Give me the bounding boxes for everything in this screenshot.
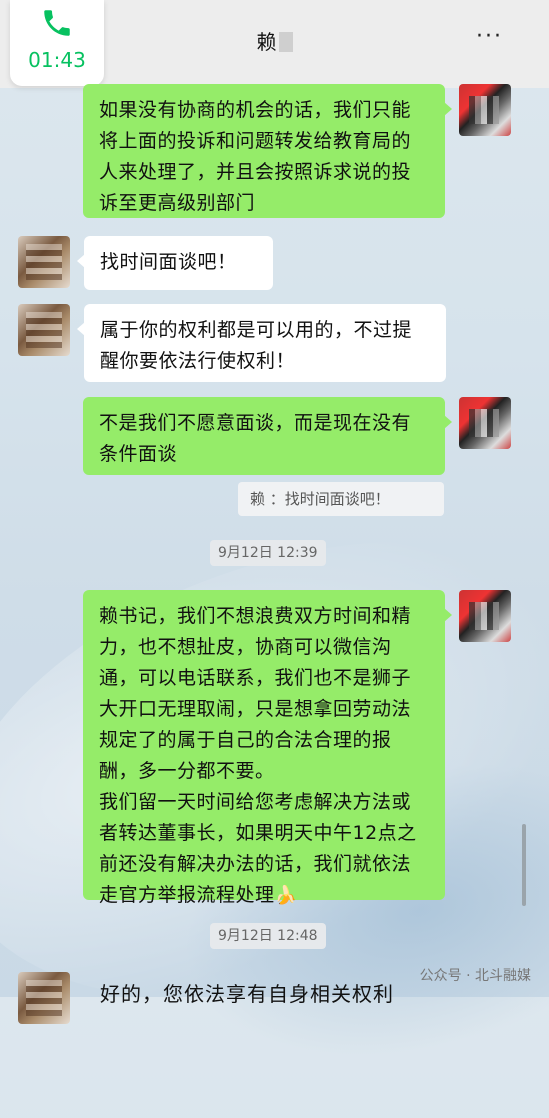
message-partial: 好的，您依法享有自身相关权利 (100, 982, 394, 1006)
my-avatar[interactable] (459, 84, 511, 136)
call-floating-window[interactable]: 01:43 (10, 0, 104, 86)
message-bubble-received[interactable]: 属于你的权利都是可以用的，不过提醒你要依法行使权利！ (77, 304, 446, 382)
watermark: 公众号 · 北斗融媒 (419, 968, 531, 984)
message-bubble-sent[interactable]: 如果没有协商的机会的话，我们只能将上面的投诉和问题转发给教育局的人来处理了，并且… (83, 84, 452, 218)
name-blur (278, 32, 293, 52)
contact-avatar[interactable] (18, 236, 70, 288)
timestamp: 9月12日 12:48 (210, 923, 326, 949)
phone-icon (44, 10, 70, 36)
more-options-button[interactable]: ··· (476, 24, 503, 49)
scrollbar[interactable] (522, 824, 526, 906)
my-avatar[interactable] (459, 397, 511, 449)
message-text: 赖书记，我们不想浪费双方时间和精力，也不想扯皮，协商可以微信沟通，可以电话联系，… (99, 605, 412, 782)
message-bubble-sent[interactable]: 不是我们不愿意面谈，而是现在没有条件面谈 (83, 397, 452, 475)
contact-avatar[interactable] (18, 972, 70, 1024)
call-duration: 01:43 (28, 48, 86, 72)
message-text: 我们留一天时间给您考虑解决方法或者转达董事长，如果明天中午12点之前还没有解决办… (99, 791, 417, 906)
contact-avatar[interactable] (18, 304, 70, 356)
my-avatar[interactable] (459, 590, 511, 642)
quoted-reply[interactable]: 赖 ：找时间面谈吧！ (238, 482, 444, 516)
message-bubble-sent[interactable]: 赖书记，我们不想浪费双方时间和精力，也不想扯皮，协商可以微信沟通，可以电话联系，… (83, 590, 452, 906)
banana-emoji-icon: 🍌 (274, 885, 298, 906)
timestamp: 9月12日 12:39 (210, 540, 326, 566)
message-bubble-received[interactable]: 找时间面谈吧！ (77, 236, 273, 290)
